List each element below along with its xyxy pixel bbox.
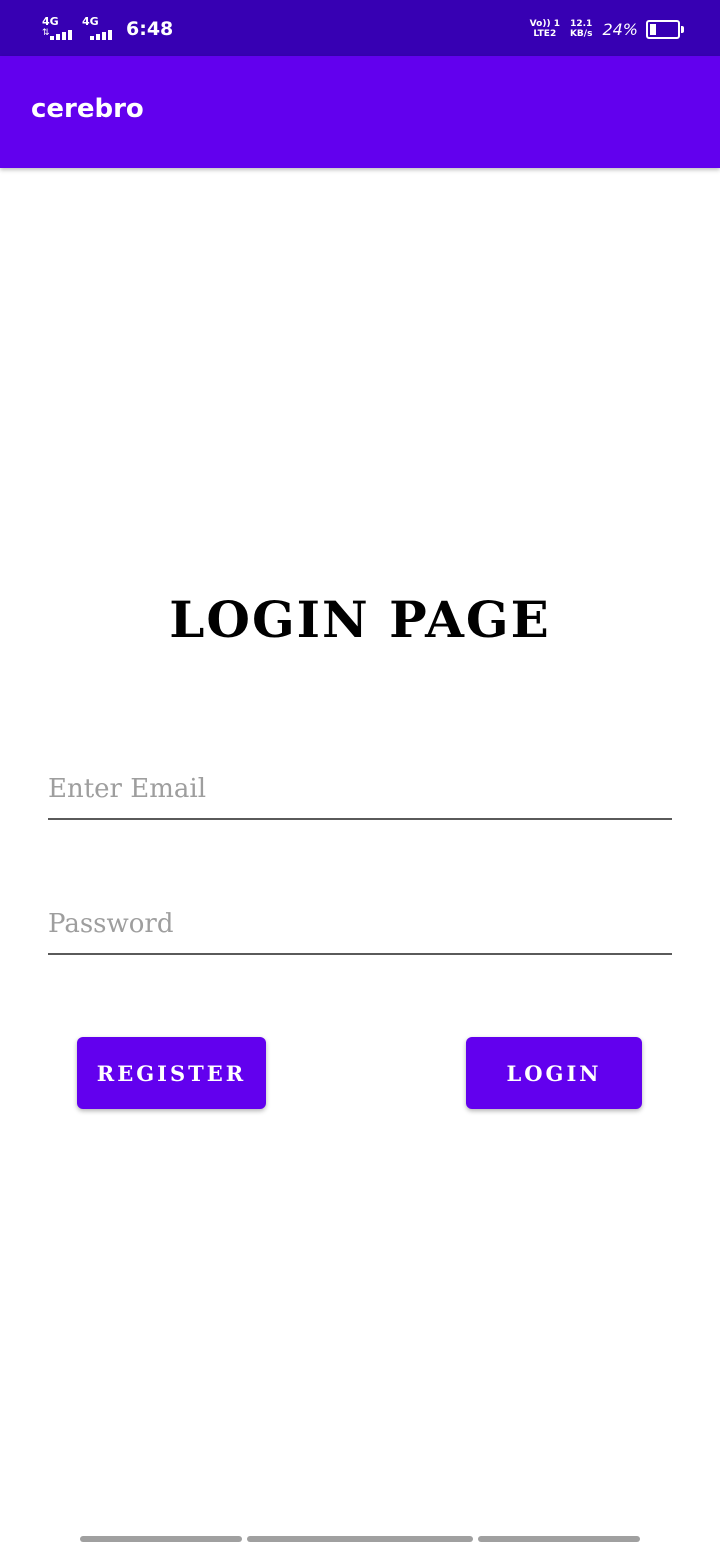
battery-percent: 24% [602,19,638,39]
status-bar-left: 4G ⇅ 4G 6:48 [42,14,173,44]
status-bar-right: Vo)) 1 LTE2 12.1 KB/s 24% [530,14,684,44]
volte-label: Vo)) 1 [529,19,560,29]
network-speed: 12.1 KB/s [570,19,592,39]
volte-indicator: Vo)) 1 LTE2 [530,19,560,39]
nav-bar-segment-left[interactable] [80,1536,242,1542]
battery-icon [646,19,684,39]
battery-level-fill [650,23,656,35]
sim2-network-label: 4G [82,15,99,28]
register-button[interactable]: REGISTER [77,1037,266,1109]
sim1-signal: 4G ⇅ [42,16,76,42]
lte-label: LTE2 [533,29,557,39]
app-title: cerebro [31,94,144,124]
nav-bar-segment-right[interactable] [478,1536,640,1542]
nav-bar-segment-center[interactable] [247,1536,473,1542]
sim2-signal: 4G [82,16,116,42]
status-bar: 4G ⇅ 4G 6:48 Vo)) 1 LTE2 12.1 KB/s 24% [0,0,720,56]
clock: 6:48 [126,18,174,40]
data-activity-icon: ⇅ [42,28,50,38]
network-speed-value: 12.1 [570,19,593,29]
password-field[interactable] [48,901,672,955]
signal-bars-icon [90,30,114,40]
sim1-network-label: 4G [42,15,59,28]
app-bar: cerebro [0,56,720,168]
signal-bars-icon [50,30,74,40]
page-title: LOGIN PAGE [169,590,551,649]
network-speed-unit: KB/s [569,29,593,39]
email-field[interactable] [48,766,672,820]
login-button[interactable]: LOGIN [466,1037,642,1109]
